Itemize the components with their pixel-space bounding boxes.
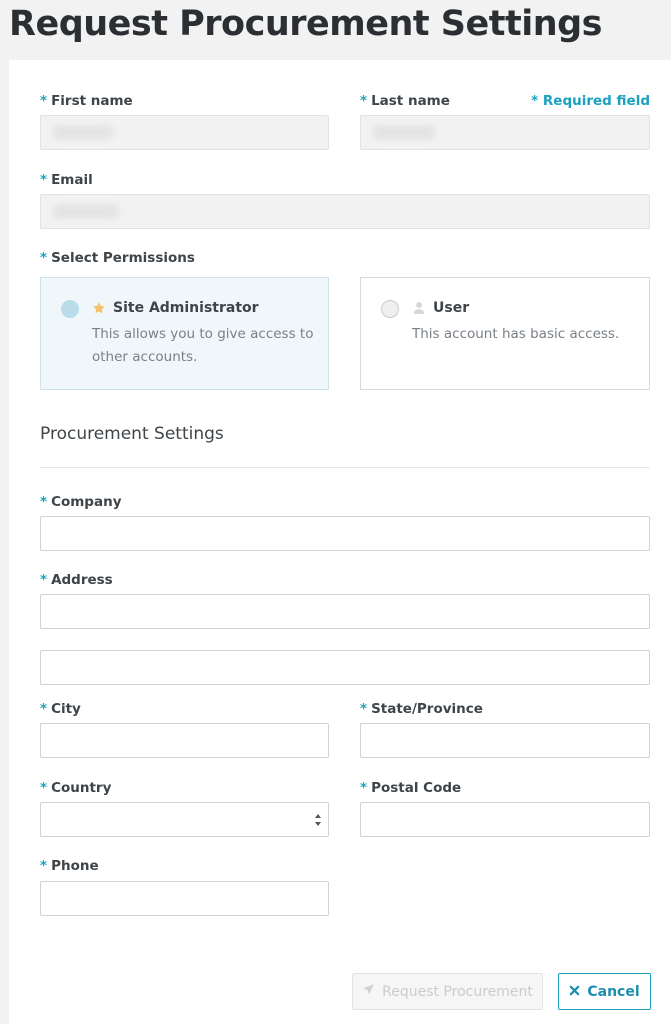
permission-title: User <box>412 300 469 316</box>
required-marker: * <box>40 572 48 588</box>
city-input[interactable] <box>40 723 329 758</box>
permission-site-administrator-card[interactable]: Site Administrator This allows you to gi… <box>40 277 329 390</box>
email-field[interactable] <box>40 194 650 229</box>
cancel-button[interactable]: Cancel <box>558 973 651 1010</box>
country-select[interactable] <box>40 802 329 837</box>
address-label: * Address <box>40 572 113 588</box>
required-marker: * <box>40 858 48 874</box>
required-marker: * <box>360 93 368 109</box>
first-name-field[interactable] <box>40 115 329 150</box>
request-procurement-button[interactable]: Request Procurement <box>352 973 543 1010</box>
required-marker: * <box>40 250 48 266</box>
radio-button[interactable] <box>381 300 399 318</box>
state-label: * State/Province <box>360 701 483 717</box>
last-name-field[interactable] <box>360 115 650 150</box>
email-label: * Email <box>40 172 93 188</box>
redacted-value <box>53 204 119 219</box>
postal-code-input[interactable] <box>360 802 650 837</box>
section-divider <box>40 467 650 468</box>
form-panel: * Required field * First name * Last name … <box>9 60 671 1024</box>
permission-description: This allows you to give access to other … <box>92 326 314 365</box>
radio-button-selected[interactable] <box>61 300 79 318</box>
close-icon <box>569 984 580 1000</box>
phone-label: * Phone <box>40 858 99 874</box>
cancel-label: Cancel <box>587 983 640 1000</box>
required-marker: * <box>40 172 48 188</box>
page-title: Request Procurement Settings <box>9 4 603 44</box>
section-title: Procurement Settings <box>40 424 224 444</box>
redacted-value <box>53 125 113 140</box>
required-marker: * <box>40 93 48 109</box>
send-icon <box>362 983 375 1000</box>
permission-user-card[interactable]: User This account has basic access. <box>360 277 650 390</box>
select-arrows-icon <box>314 812 322 828</box>
company-input[interactable] <box>40 516 650 551</box>
star-icon <box>92 301 106 315</box>
request-procurement-label: Request Procurement <box>382 983 533 1000</box>
postal-code-label: * Postal Code <box>360 780 462 796</box>
company-label: * Company <box>40 494 122 510</box>
phone-input[interactable] <box>40 881 329 916</box>
required-marker: * <box>360 701 368 717</box>
permission-description: This account has basic access. <box>412 326 620 342</box>
permissions-label: * Select Permissions <box>40 250 195 266</box>
required-marker: * <box>360 780 368 796</box>
state-input[interactable] <box>360 723 650 758</box>
required-marker: * <box>40 780 48 796</box>
country-label: * Country <box>40 780 112 796</box>
permission-title: Site Administrator <box>92 300 259 316</box>
user-icon <box>412 301 426 315</box>
required-field-note: * Required field <box>531 93 650 109</box>
address-line-2-input[interactable] <box>40 650 650 685</box>
last-name-label: * Last name <box>360 93 450 109</box>
required-marker: * <box>40 701 48 717</box>
first-name-label: * First name <box>40 93 133 109</box>
city-label: * City <box>40 701 81 717</box>
address-line-1-input[interactable] <box>40 594 650 629</box>
required-marker: * <box>40 494 48 510</box>
redacted-value <box>373 125 435 140</box>
